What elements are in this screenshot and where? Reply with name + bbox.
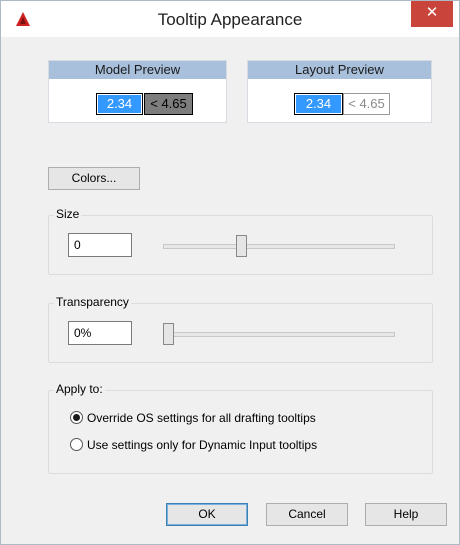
close-icon: ✕ bbox=[425, 4, 439, 21]
apply-to-group bbox=[48, 390, 433, 474]
title-bar: Tooltip Appearance ✕ bbox=[1, 1, 459, 37]
layout-preview-heading: Layout Preview bbox=[248, 61, 431, 79]
model-preview-value1-box: 2.34 bbox=[96, 93, 143, 115]
transparency-slider-thumb[interactable] bbox=[163, 323, 174, 345]
model-preview-value1: 2.34 bbox=[98, 95, 141, 113]
close-button[interactable]: ✕ bbox=[411, 1, 453, 27]
size-input[interactable]: 0 bbox=[68, 233, 132, 257]
model-preview-heading: Model Preview bbox=[49, 61, 226, 79]
model-preview-panel: Model Preview 2.34 < 4.65 bbox=[48, 60, 227, 123]
radio-selected-dot bbox=[73, 414, 80, 421]
dynamic-input-radio-label: Use settings only for Dynamic Input tool… bbox=[87, 438, 318, 452]
size-label: Size bbox=[54, 207, 82, 221]
radio-icon[interactable] bbox=[70, 411, 83, 424]
colors-button[interactable]: Colors... bbox=[48, 167, 140, 190]
cancel-button[interactable]: Cancel bbox=[266, 503, 348, 526]
radio-icon[interactable] bbox=[70, 438, 83, 451]
transparency-input[interactable]: 0% bbox=[68, 321, 132, 345]
layout-preview-value1-box: 2.34 bbox=[294, 93, 343, 115]
apply-to-label: Apply to: bbox=[54, 382, 105, 396]
ok-button[interactable]: OK bbox=[166, 503, 248, 526]
layout-preview-value1: 2.34 bbox=[296, 95, 341, 113]
model-preview-value2: < 4.65 bbox=[144, 93, 193, 115]
transparency-slider-track[interactable] bbox=[163, 332, 395, 337]
size-slider-track[interactable] bbox=[163, 244, 395, 249]
layout-preview-panel: Layout Preview 2.34 < 4.65 bbox=[247, 60, 432, 123]
transparency-label: Transparency bbox=[54, 295, 131, 309]
override-os-radio-label: Override OS settings for all drafting to… bbox=[87, 411, 316, 425]
help-button[interactable]: Help bbox=[365, 503, 447, 526]
layout-preview-value2: < 4.65 bbox=[343, 93, 390, 115]
size-slider-thumb[interactable] bbox=[235, 235, 247, 257]
dialog-title: Tooltip Appearance bbox=[157, 10, 303, 29]
tooltip-appearance-dialog: Tooltip Appearance ✕ Model Preview 2.34 … bbox=[0, 0, 460, 545]
